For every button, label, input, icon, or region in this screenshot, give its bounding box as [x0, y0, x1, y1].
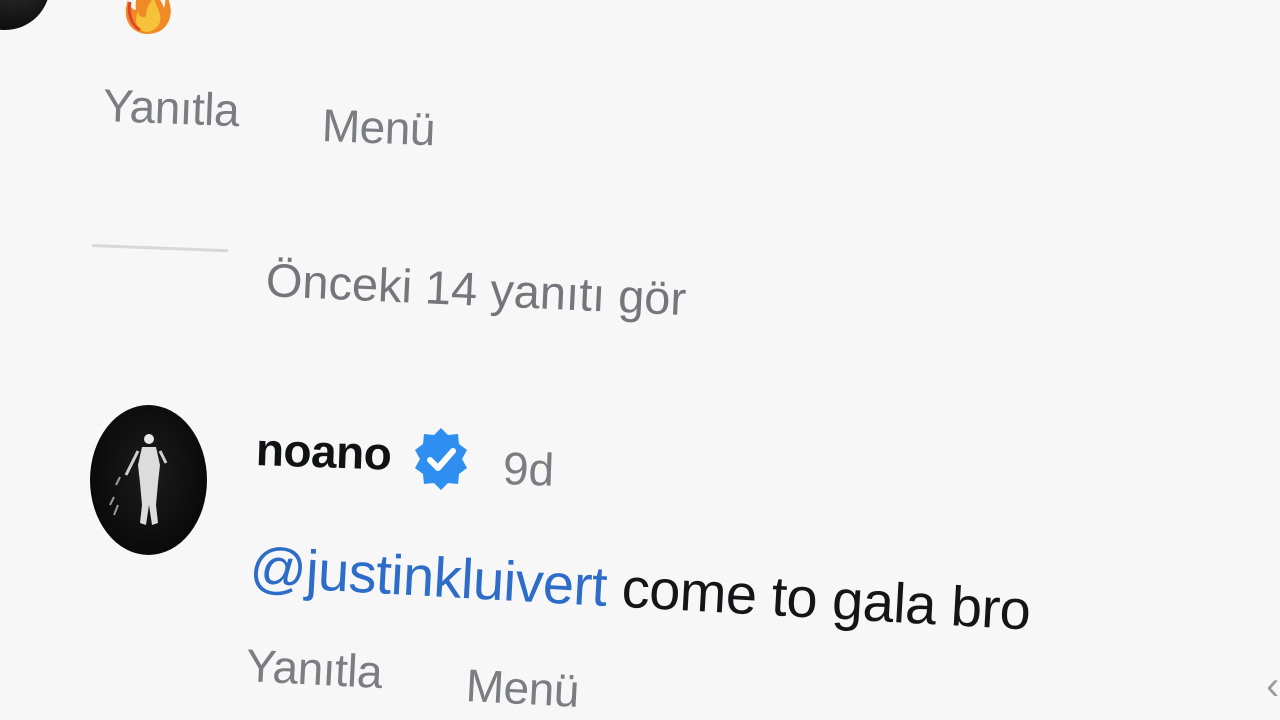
avatar-figure-image	[109, 434, 168, 525]
thread-divider	[91, 244, 228, 253]
fire-icon	[118, 0, 174, 34]
comment-body: come to gala bro	[605, 555, 1033, 642]
avatar[interactable]	[90, 405, 207, 555]
reply-button[interactable]: Yanıtla	[102, 78, 240, 137]
comment-timestamp: 9d	[502, 442, 556, 496]
menu-button[interactable]: Menü	[321, 98, 436, 156]
view-previous-replies-link[interactable]: Önceki 14 yanıtı gör	[265, 252, 688, 326]
verified-badge-icon	[412, 426, 470, 492]
menu-button[interactable]: Menü	[465, 658, 581, 718]
comment-username[interactable]: noano	[255, 422, 392, 481]
comment-text: @justinkluivert come to gala bro	[248, 534, 1032, 643]
partial-edge-glyph: ‹	[1266, 664, 1280, 708]
reply-button[interactable]: Yanıtla	[245, 638, 384, 699]
previous-commenter-avatar[interactable]	[0, 0, 50, 30]
mention-link[interactable]: @justinkluivert	[248, 535, 608, 618]
comment-thread: Yanıtla Menü Önceki 14 yanıtı gör noano …	[0, 0, 1280, 720]
